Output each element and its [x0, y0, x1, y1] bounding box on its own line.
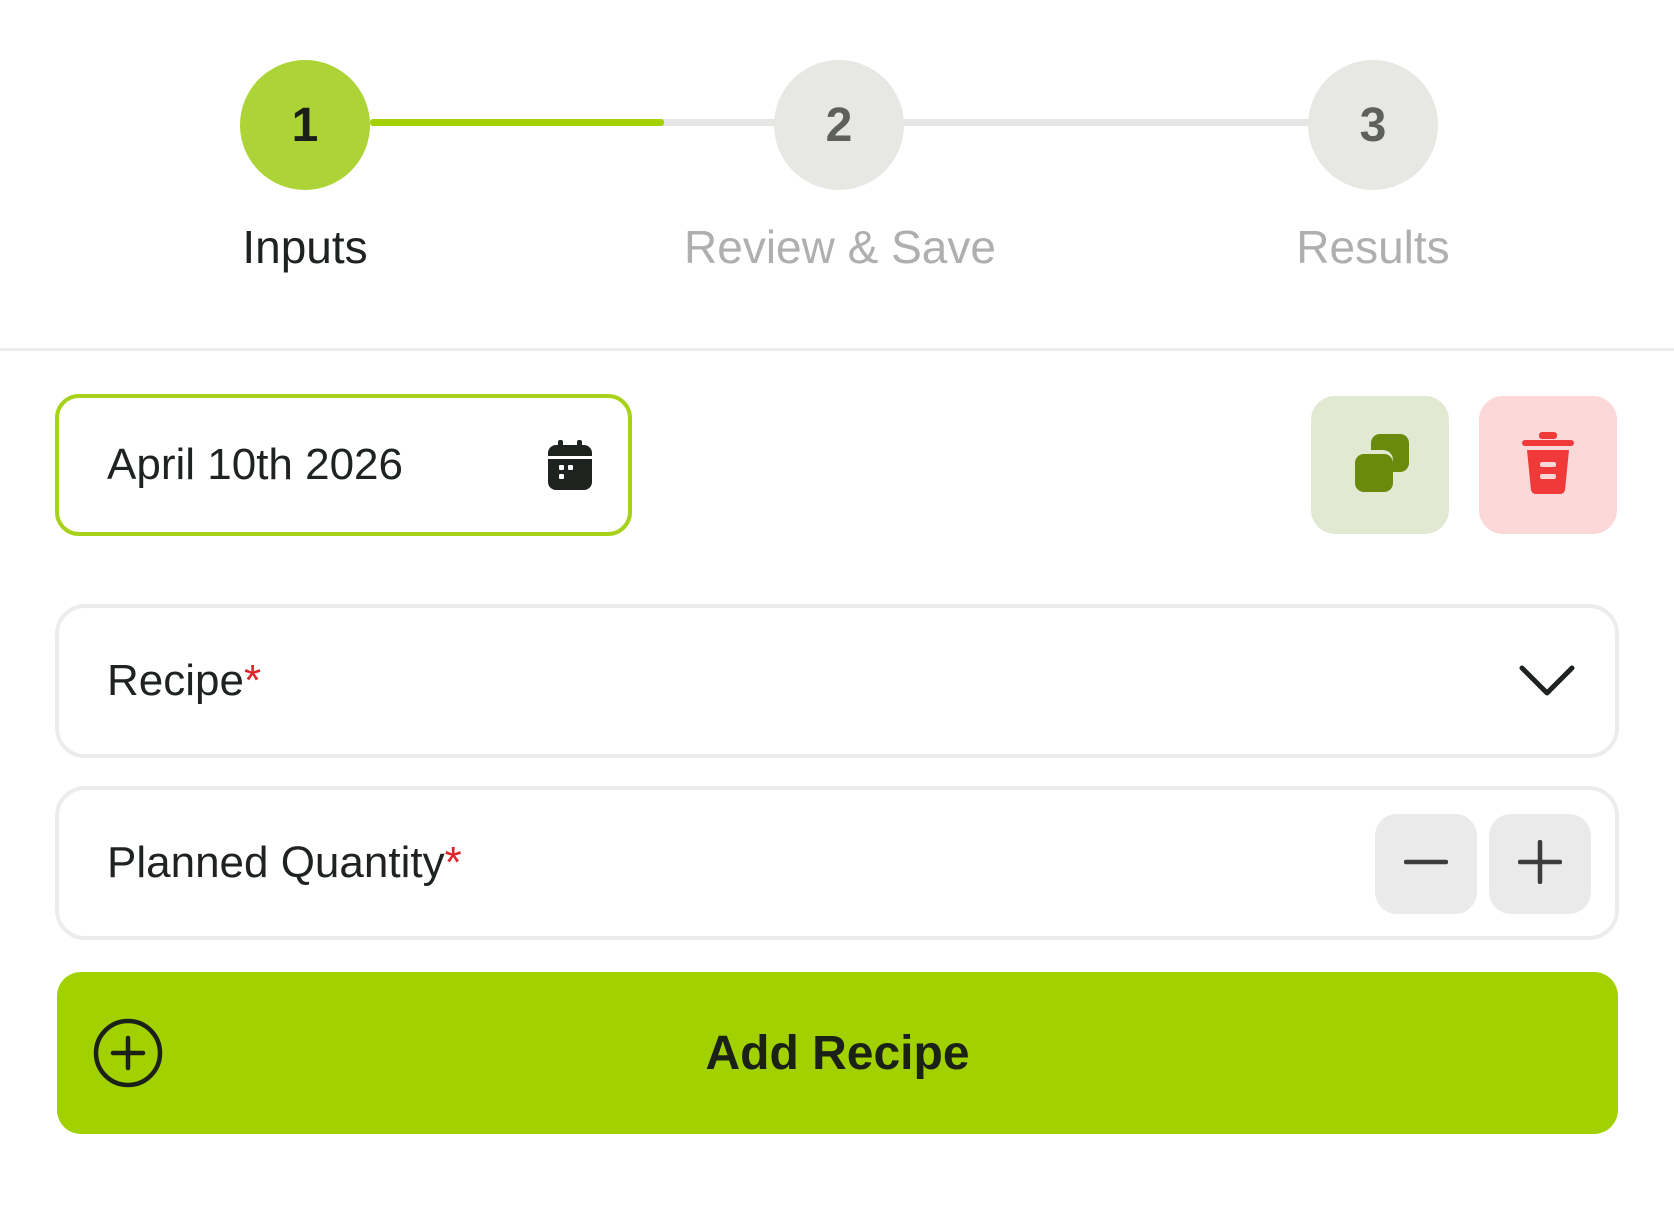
step-2-circle[interactable]: 2 — [774, 60, 904, 190]
recipe-select[interactable]: Recipe* — [55, 604, 1619, 758]
recipe-planner-page: 1 2 3 Inputs Review & Save Results April… — [0, 0, 1674, 1209]
step-1-label: Inputs — [242, 221, 368, 273]
progress-stepper: 1 2 3 Inputs Review & Save Results — [0, 0, 1674, 350]
step-1-circle[interactable]: 1 — [240, 60, 370, 190]
date-picker-field[interactable]: April 10th 2026 — [55, 394, 632, 536]
step-2-number: 2 — [825, 98, 853, 152]
date-value: April 10th 2026 — [107, 440, 403, 489]
step-3-circle[interactable]: 3 — [1308, 60, 1438, 190]
minus-icon — [1403, 840, 1449, 889]
step-2-label: Review & Save — [684, 221, 996, 273]
planned-quantity-label: Planned Quantity* — [107, 838, 462, 887]
planned-quantity-field[interactable]: Planned Quantity* — [55, 786, 1619, 940]
step-3-label: Results — [1296, 221, 1450, 273]
duplicate-button[interactable] — [1311, 396, 1449, 534]
add-recipe-label: Add Recipe — [705, 1026, 970, 1080]
trash-icon — [1520, 430, 1576, 501]
duplicate-icon — [1349, 432, 1411, 499]
stepper-track-2 — [900, 119, 1370, 126]
section-divider — [0, 348, 1674, 351]
increment-button[interactable] — [1489, 814, 1591, 914]
plus-icon — [1517, 839, 1563, 889]
required-mark: * — [243, 656, 262, 705]
decrement-button[interactable] — [1375, 814, 1477, 914]
recipe-label: Recipe* — [107, 656, 262, 705]
step-1-number: 1 — [291, 98, 319, 152]
delete-button[interactable] — [1479, 396, 1617, 534]
step-3-number: 3 — [1359, 98, 1387, 152]
calendar-icon[interactable] — [546, 438, 594, 492]
stepper-progress-fill — [370, 119, 664, 126]
required-mark: * — [444, 838, 462, 887]
add-recipe-button[interactable]: Add Recipe — [57, 972, 1618, 1134]
